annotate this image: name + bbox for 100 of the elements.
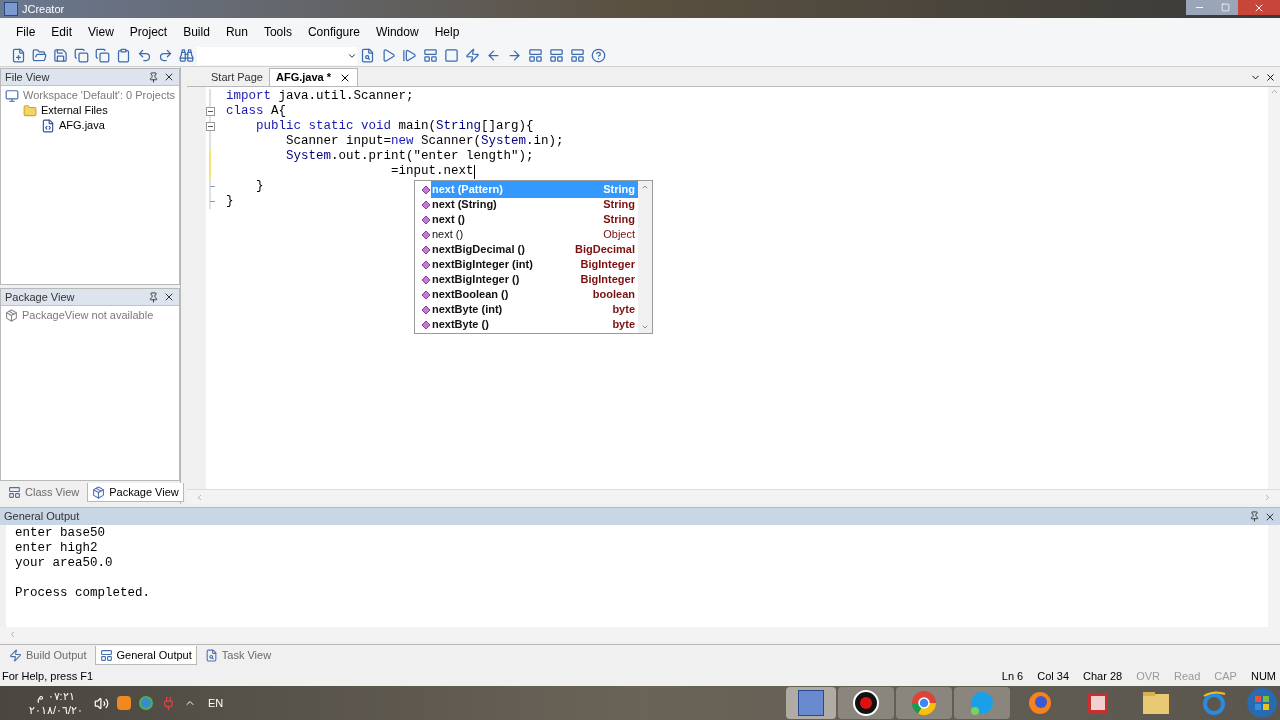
save-icon[interactable] (53, 48, 68, 63)
save-all-icon[interactable] (74, 48, 89, 63)
code-line: import java.util.Scanner; (225, 89, 414, 104)
pin-icon[interactable] (148, 71, 159, 83)
open-folder-icon[interactable] (32, 48, 47, 63)
layout-icon[interactable] (570, 48, 585, 63)
layout-icon[interactable] (549, 48, 564, 63)
completion-item[interactable]: nextBigInteger () BigInteger (431, 271, 638, 288)
output-line: enter base50 (15, 526, 106, 541)
help-icon[interactable] (591, 48, 606, 63)
binoculars-icon[interactable] (179, 48, 194, 63)
scroll-up-icon[interactable] (641, 183, 649, 191)
tab-icon (99, 648, 113, 662)
back-icon[interactable] (486, 48, 501, 63)
menu-item[interactable]: Edit (43, 22, 81, 41)
taskbar-app-button[interactable] (838, 687, 894, 719)
close-icon[interactable] (163, 71, 175, 83)
status-indicator: NUM (1250, 668, 1276, 684)
scroll-down-icon[interactable] (641, 323, 649, 331)
menu-item[interactable]: Project (121, 22, 176, 41)
tab[interactable]: Class View (4, 483, 84, 502)
completion-item[interactable]: next () Object (431, 226, 638, 243)
close-icon[interactable] (163, 291, 175, 303)
window-title: JCreator (22, 1, 65, 17)
menu-item[interactable]: Run (217, 22, 256, 41)
forward-icon[interactable] (507, 48, 522, 63)
volume-icon[interactable] (94, 695, 109, 711)
pin-icon[interactable] (148, 291, 159, 303)
find-in-files-icon[interactable] (360, 48, 375, 63)
menu-item[interactable]: Configure (299, 22, 368, 41)
status-indicator: CAP (1214, 668, 1237, 684)
copy-icon[interactable] (95, 48, 110, 63)
method-icon (421, 319, 431, 330)
code-line: } (255, 179, 264, 194)
fold-toggle-icon[interactable] (205, 107, 215, 116)
stop-icon[interactable] (444, 48, 459, 63)
status-text: For Help, press F1 (2, 668, 94, 684)
start-button[interactable] (1244, 687, 1280, 719)
menu-item[interactable]: View (80, 22, 122, 41)
window-icon[interactable] (528, 48, 543, 63)
completion-item[interactable]: nextBigDecimal () BigDecimal (431, 241, 638, 258)
status-indicator: Char 28 (1083, 668, 1123, 684)
method-icon (421, 259, 431, 270)
menu-item[interactable]: File (8, 22, 44, 41)
menu-item[interactable]: Tools (255, 22, 300, 41)
tab[interactable]: General Output (94, 646, 197, 665)
fold-toggle-icon[interactable] (205, 122, 215, 131)
tab-icon (9, 649, 22, 662)
method-icon (421, 244, 431, 255)
browser-icon (911, 690, 937, 716)
clock-date: ٢٠١٨/٠٦/٢٠ (28, 703, 84, 717)
redo-icon[interactable] (158, 48, 173, 63)
java-file-icon (41, 118, 55, 133)
status-indicator: Ln 6 (1001, 668, 1024, 684)
tab[interactable]: Task View (200, 646, 276, 665)
code-line: class A{ (225, 104, 287, 119)
menu-item[interactable]: Window (367, 22, 427, 41)
status-indicator: OVR (1136, 668, 1160, 684)
panel-title: File View (5, 69, 50, 85)
output-line: your area50.0 (15, 556, 114, 571)
restore-icon (1220, 3, 1230, 12)
folder-icon (23, 103, 37, 118)
completion-item[interactable]: nextByte () byte (431, 316, 638, 333)
status-indicator: Col 34 (1037, 668, 1070, 684)
output-line: Process completed. (15, 586, 152, 601)
completion-item[interactable]: nextBigInteger (int) BigInteger (431, 256, 638, 273)
clock-time: ٠٧:٢١ م (37, 689, 75, 703)
step-icon[interactable] (402, 48, 417, 63)
completion-item[interactable]: next (String) String (431, 196, 638, 213)
menu-item[interactable]: Build (175, 22, 218, 41)
scroll-left-icon (195, 492, 204, 502)
completion-item[interactable]: nextByte (int) byte (431, 301, 638, 318)
language-indicator[interactable]: EN (208, 694, 224, 712)
pin-icon[interactable] (1249, 511, 1260, 522)
close-editor-icon[interactable] (1265, 72, 1276, 83)
chat-app-icon (969, 690, 995, 716)
editor-tab[interactable]: Start Page (205, 68, 269, 86)
method-icon (421, 274, 431, 285)
panel-message: PackageView not available (22, 308, 154, 324)
lightning-icon[interactable] (465, 48, 480, 63)
completion-item[interactable]: next () String (431, 211, 638, 228)
panel-title: Package View (5, 289, 75, 305)
undo-icon[interactable] (137, 48, 152, 63)
network-icon[interactable] (139, 696, 153, 710)
record-icon (853, 690, 879, 716)
workspace-icon (5, 88, 19, 103)
menu-item[interactable]: Help (426, 22, 468, 41)
editor-tab[interactable]: AFG.java * (269, 68, 358, 86)
panel-icon[interactable] (423, 48, 438, 63)
method-icon (421, 304, 431, 315)
method-icon (421, 229, 431, 240)
tab[interactable]: Build Output (5, 646, 91, 665)
completion-item[interactable]: nextBoolean () boolean (431, 286, 638, 303)
new-file-icon[interactable] (11, 48, 26, 63)
run-icon[interactable] (381, 48, 396, 63)
paste-icon[interactable] (116, 48, 131, 63)
scroll-up-icon (1269, 87, 1279, 96)
tab[interactable]: Package View (87, 483, 184, 502)
text-caret (473, 164, 475, 179)
tab-icon (204, 649, 218, 662)
